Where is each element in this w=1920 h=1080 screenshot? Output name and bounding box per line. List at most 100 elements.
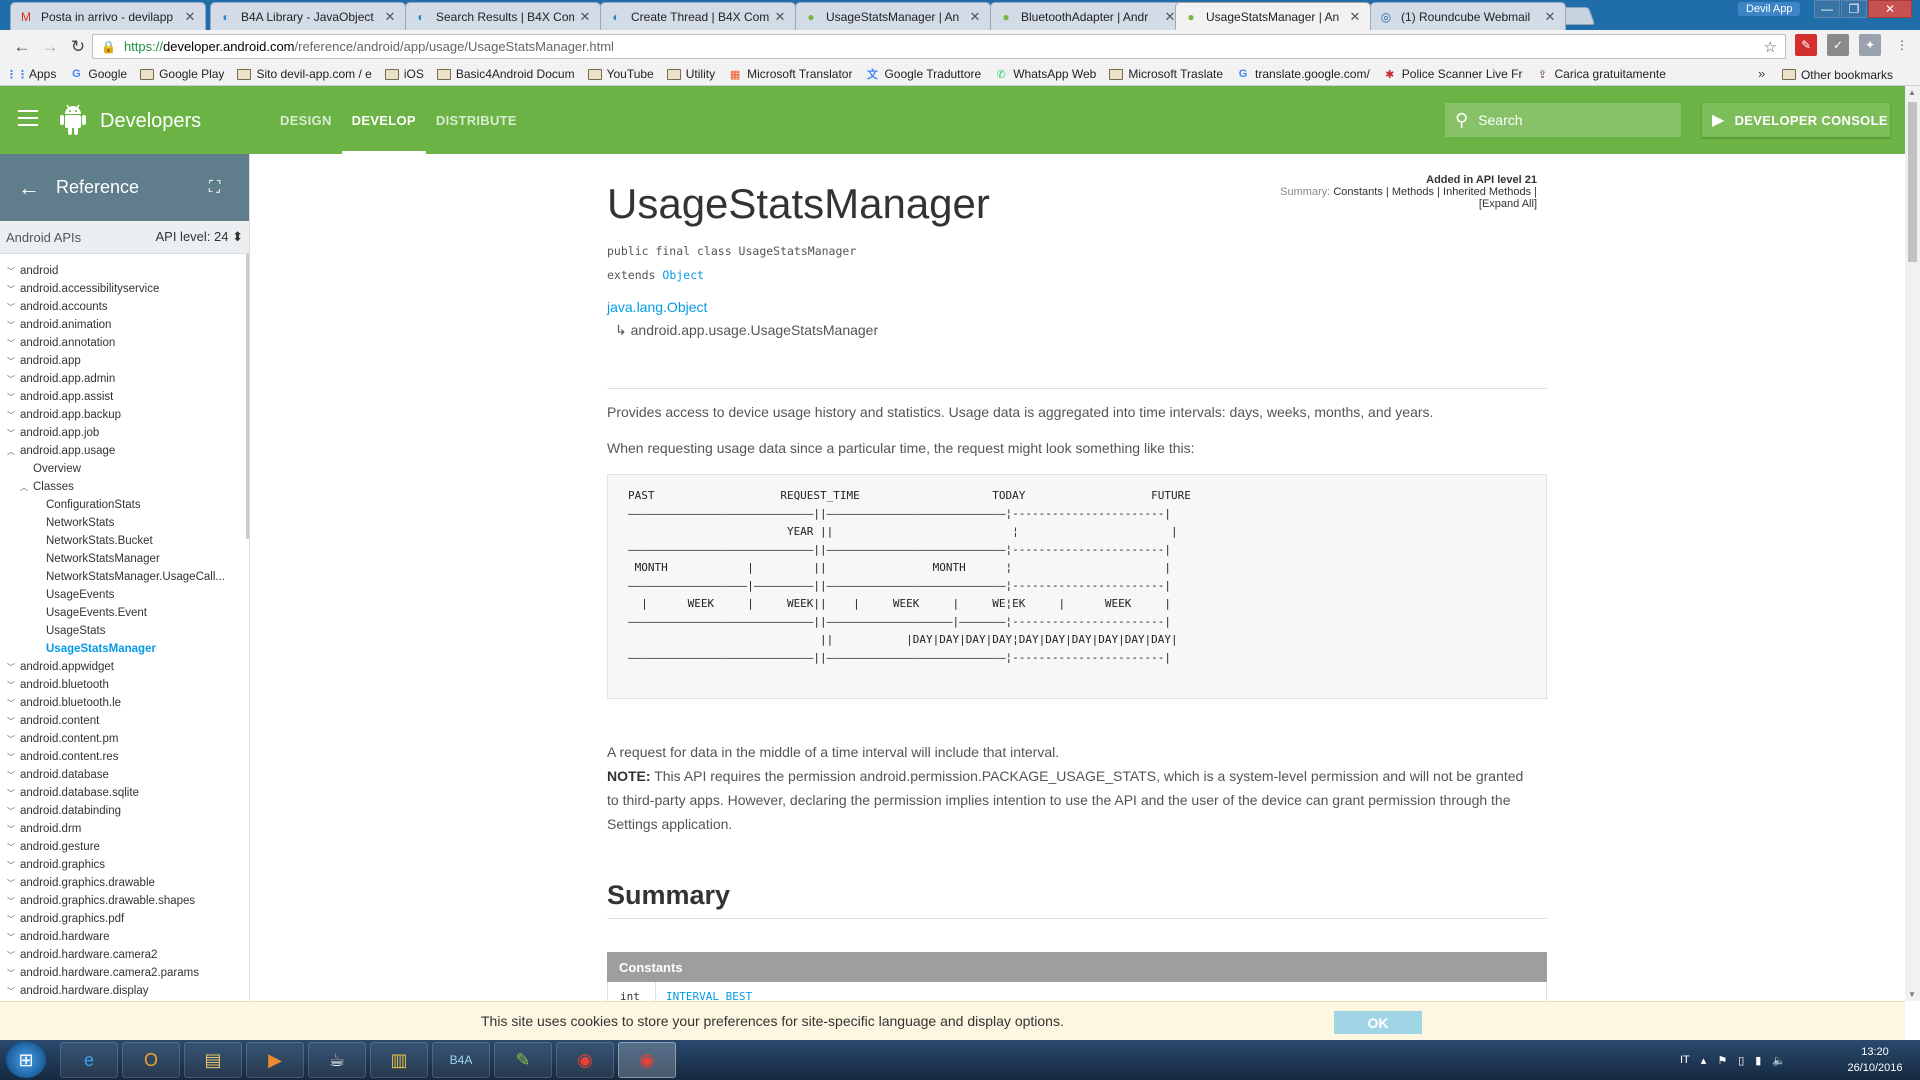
windows-start-icon[interactable]: ⊞ [6,1042,46,1078]
scrollbar-thumb[interactable] [1908,102,1917,262]
bookmark-item[interactable]: ✱ Police Scanner Live Fr [1383,67,1522,81]
bookmark-item[interactable]: iOS [384,67,424,81]
cookie-ok-button[interactable]: OK [1334,1011,1422,1034]
summary-link-methods[interactable]: Methods [1392,186,1434,198]
notepad-icon[interactable]: ✎ [494,1042,552,1078]
sidebar-item[interactable]: ﹀ android.animation [0,316,249,334]
bookmark-item[interactable]: ⇪ Carica gratuitamente [1536,67,1666,81]
profile-button[interactable]: Devil App [1738,2,1801,16]
sidebar-item[interactable]: ︿ Classes [0,478,249,496]
chrome-icon[interactable]: ◉ [556,1042,614,1078]
sidebar-item[interactable]: ﹀ android.app.job [0,424,249,442]
sidebar-item[interactable]: UsageEvents.Event [0,604,249,622]
nav-tab-design[interactable]: DESIGN [270,86,342,154]
bookmark-item[interactable]: Google Play [140,67,224,81]
tray-expand-icon[interactable]: ▴ [1701,1054,1707,1067]
api-level-select[interactable]: API level: 24 ⬍ [155,229,243,245]
action-center-icon[interactable]: ⚑ [1717,1054,1727,1067]
developer-console-button[interactable]: ▶ DEVELOPER CONSOLE [1702,103,1890,137]
network-icon[interactable]: ▮ [1755,1054,1761,1067]
bookmark-item[interactable]: Basic4Android Docum [436,67,575,81]
explorer-icon[interactable]: ▤ [184,1042,242,1078]
bookmark-item[interactable]: 文 Google Traduttore [865,67,981,81]
browser-tab[interactable]: ◐ Create Thread | B4X Com ✕ [600,2,796,30]
sidebar-item[interactable]: ﹀ android.bluetooth.le [0,694,249,712]
close-window-icon[interactable]: ✕ [1868,0,1912,18]
browser-tab[interactable]: M Posta in arrivo - devilapp ✕ [10,2,206,30]
sidebar-item[interactable]: ﹀ android.drm [0,820,249,838]
sidebar-item[interactable]: ﹀ android.graphics.drawable [0,874,249,892]
bookmark-item[interactable]: YouTube [587,67,654,81]
sidebar-item[interactable]: ﹀ android.hardware [0,928,249,946]
summary-link-inherited-methods[interactable]: Inherited Methods [1443,186,1531,198]
chrome-icon[interactable]: ◉ [618,1042,676,1078]
device-icon[interactable]: ▯ [1738,1054,1744,1067]
sidebar-item[interactable]: NetworkStatsManager [0,550,249,568]
nav-tab-distribute[interactable]: DISTRIBUTE [426,86,527,154]
sidebar-item[interactable]: ﹀ android.accessibilityservice [0,280,249,298]
bookmark-item[interactable]: G Google [69,67,127,81]
close-tab-icon[interactable]: ✕ [578,9,592,25]
extension-icon[interactable]: ✓ [1827,34,1849,56]
adobe-extension-icon[interactable]: ✎ [1795,34,1817,56]
reload-icon[interactable]: ↻ [64,33,92,61]
browser-tab[interactable]: ◐ B4A Library - JavaObject ✕ [210,2,406,30]
constant-name-link[interactable]: INTERVAL_BEST [656,990,752,1001]
back-arrow-icon[interactable]: ← [18,175,40,201]
browser-tab[interactable]: ● BluetoothAdapter | Andr ✕ [990,2,1186,30]
ie-icon[interactable]: e [60,1042,118,1078]
sidebar-item[interactable]: NetworkStats [0,514,249,532]
bookmark-star-icon[interactable]: ☆ [1764,38,1777,56]
sidebar-item[interactable]: ﹀ android.databinding [0,802,249,820]
close-tab-icon[interactable]: ✕ [183,9,197,25]
close-tab-icon[interactable]: ✕ [968,9,982,25]
sidebar-item[interactable]: Overview [0,460,249,478]
bookmark-item[interactable]: Utility [666,67,715,81]
sidebar-item[interactable]: NetworkStats.Bucket [0,532,249,550]
sidebar-item[interactable]: ﹀ android.app.admin [0,370,249,388]
extension-icon[interactable]: ✦ [1859,34,1881,56]
bookmark-item[interactable]: Sito devil-app.com / e [237,67,372,81]
bookmarks-overflow-icon[interactable]: » [1758,66,1765,81]
close-tab-icon[interactable]: ✕ [1348,9,1362,25]
b4a-icon[interactable]: B4A [432,1042,490,1078]
fullscreen-icon[interactable]: ⛶ [209,179,249,197]
sidebar-item[interactable]: ﹀ android.graphics.drawable.shapes [0,892,249,910]
address-bar[interactable]: 🔒 https://developer.android.com/referenc… [92,34,1786,59]
sidebar-item[interactable]: ﹀ android.graphics [0,856,249,874]
site-search-input[interactable]: ⚲ Search [1445,103,1681,137]
browser-tab[interactable]: ● UsageStatsManager | An ✕ [1175,2,1371,30]
browser-tab[interactable]: ◐ Search Results | B4X Com ✕ [405,2,601,30]
close-tab-icon[interactable]: ✕ [1543,9,1557,25]
sidebar-scrollbar[interactable] [246,254,249,539]
sidebar-item[interactable]: ﹀ android.app.assist [0,388,249,406]
browser-tab[interactable]: ◎ (1) Roundcube Webmail ✕ [1370,2,1566,30]
close-tab-icon[interactable]: ✕ [383,9,397,25]
extends-class-link[interactable]: Object [662,268,704,282]
volume-icon[interactable]: 🔈 [1772,1054,1786,1067]
sidebar-item[interactable]: ﹀ android.bluetooth [0,676,249,694]
sidebar-item[interactable]: ﹀ android.content.pm [0,730,249,748]
sidebar-item[interactable]: ﹀ android.app [0,352,249,370]
sidebar-item[interactable]: ﹀ android.gesture [0,838,249,856]
sidebar-item[interactable]: ﹀ android.content [0,712,249,730]
sidebar-item[interactable]: ﹀ android.content.res [0,748,249,766]
bookmark-item[interactable]: ▦ Microsoft Translator [728,67,853,81]
media-player-icon[interactable]: ▶ [246,1042,304,1078]
bookmark-item[interactable]: ⋮⋮ Apps [6,67,56,81]
sidebar-item[interactable]: ﹀ android [0,262,249,280]
maximize-icon[interactable]: ❐ [1841,0,1867,18]
nav-tab-develop[interactable]: DEVELOP [341,86,427,154]
browser-tab[interactable]: ● UsageStatsManager | An ✕ [795,2,991,30]
language-indicator[interactable]: IT [1680,1054,1690,1066]
close-tab-icon[interactable]: ✕ [773,9,787,25]
menu-icon[interactable]: ⋮ [1891,34,1913,56]
sidebar-item[interactable]: ﹀ android.appwidget [0,658,249,676]
sidebar-item[interactable]: ︿ android.app.usage [0,442,249,460]
page-scrollbar[interactable]: ▲ ▼ [1905,86,1920,1001]
other-bookmarks[interactable]: Other bookmarks [1781,63,1906,86]
sidebar-item[interactable]: ﹀ android.database.sqlite [0,784,249,802]
back-icon[interactable]: ← [8,33,36,61]
sidebar-item[interactable]: NetworkStatsManager.UsageCall... [0,568,249,586]
sidebar-item[interactable]: UsageEvents [0,586,249,604]
